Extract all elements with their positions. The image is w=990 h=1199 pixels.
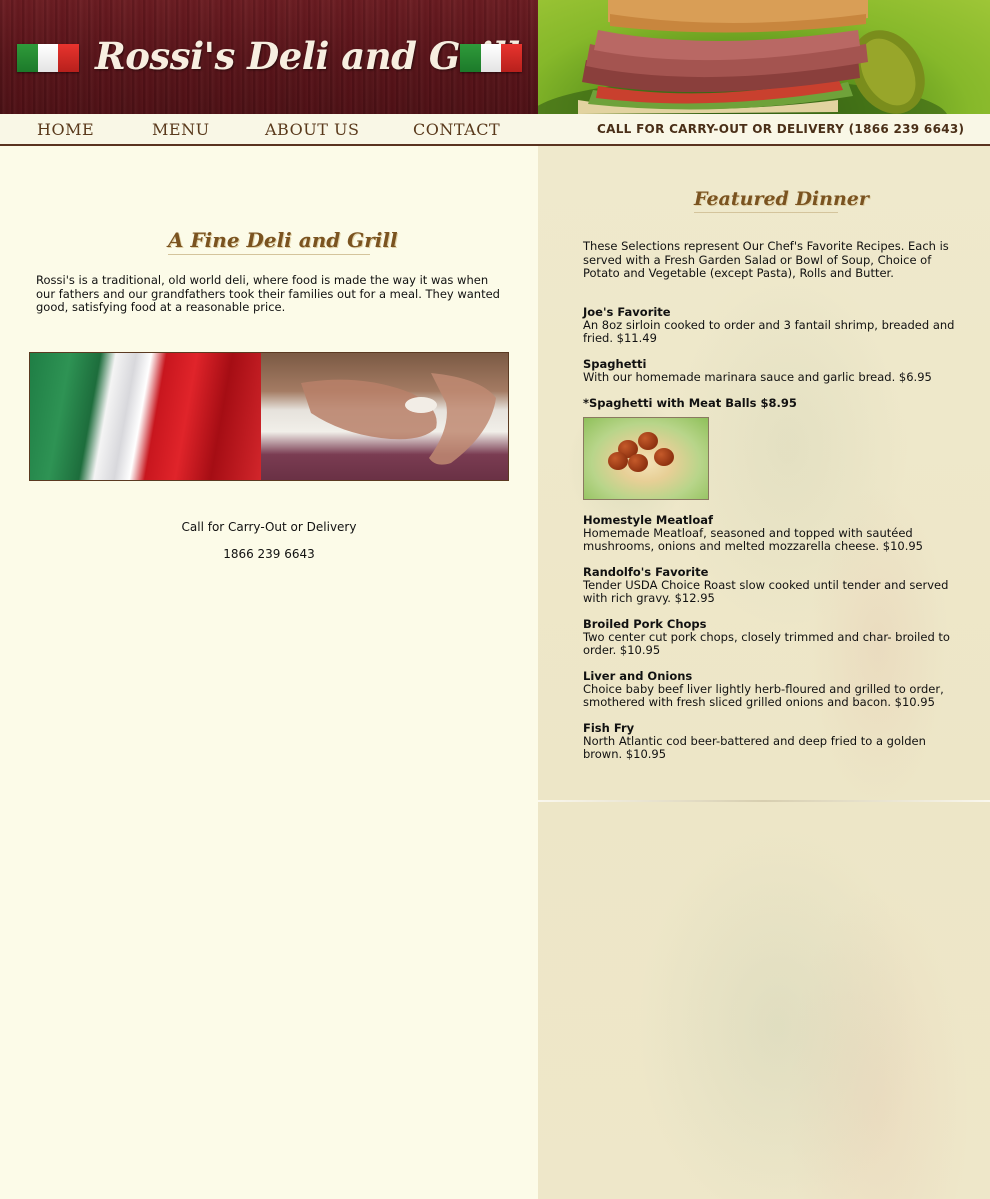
sandwich-photo bbox=[538, 0, 990, 114]
sandwich-illustration bbox=[538, 0, 947, 114]
waving-flag-image bbox=[30, 353, 261, 480]
nav-home[interactable]: HOME bbox=[37, 120, 94, 139]
menu-item-description: With our homemade marinara sauce and gar… bbox=[583, 370, 932, 384]
contact-phone[interactable]: 1866 239 6643 bbox=[0, 547, 538, 561]
menu-item-description: Two center cut pork chops, closely trimm… bbox=[583, 630, 950, 657]
left-column: A Fine Deli and Grill Rossi's is a tradi… bbox=[0, 146, 538, 1199]
menu-item: Broiled Pork Chops Two center cut pork c… bbox=[583, 618, 963, 657]
nav-contact[interactable]: CONTACT bbox=[413, 120, 500, 139]
paper-fold-line bbox=[538, 800, 990, 802]
meatball-icon bbox=[608, 452, 628, 470]
spaghetti-meatballs-photo bbox=[583, 417, 709, 500]
left-heading: A Fine Deli and Grill bbox=[168, 228, 398, 255]
menu-list: Joe's Favorite An 8oz sirloin cooked to … bbox=[583, 306, 963, 774]
nav-phone-callout: CALL FOR CARRY-OUT OR DELIVERY (1866 239… bbox=[597, 122, 965, 136]
menu-item-description: North Atlantic cod beer-battered and dee… bbox=[583, 734, 926, 761]
chef-hands-image bbox=[261, 353, 508, 480]
italian-flag-icon bbox=[460, 44, 523, 72]
left-banner-image bbox=[29, 352, 509, 481]
hands-illustration bbox=[301, 373, 496, 465]
right-column-parchment: Featured Dinner These Selections represe… bbox=[538, 146, 990, 1199]
menu-item: Liver and Onions Choice baby beef liver … bbox=[583, 670, 963, 709]
menu-item-description: Tender USDA Choice Roast slow cooked unt… bbox=[583, 578, 949, 605]
menu-item-description: An 8oz sirloin cooked to order and 3 fan… bbox=[583, 318, 955, 345]
menu-item: Spaghetti With our homemade marinara sau… bbox=[583, 358, 963, 384]
site-title[interactable]: Rossi's Deli and Grill bbox=[95, 34, 520, 78]
left-intro-text: Rossi's is a traditional, old world deli… bbox=[36, 273, 500, 314]
menu-item-description: Choice baby beef liver lightly herb-flou… bbox=[583, 682, 944, 709]
menu-item: Homestyle Meatloaf Homemade Meatloaf, se… bbox=[583, 514, 963, 553]
header-wood-banner: Rossi's Deli and Grill bbox=[0, 0, 538, 114]
nav-about-us[interactable]: ABOUT US bbox=[265, 120, 359, 139]
site-header: Rossi's Deli and Grill bbox=[0, 0, 990, 114]
main-nav: HOME MENU ABOUT US CONTACT CALL FOR CARR… bbox=[0, 114, 990, 146]
menu-item: *Spaghetti with Meat Balls $8.95 bbox=[583, 397, 963, 410]
menu-item-name: *Spaghetti with Meat Balls $8.95 bbox=[583, 396, 797, 410]
italian-flag-icon bbox=[17, 44, 80, 72]
meatball-icon bbox=[654, 448, 674, 466]
meatball-icon bbox=[638, 432, 658, 450]
featured-heading: Featured Dinner bbox=[694, 188, 869, 213]
featured-intro-text: These Selections represent Our Chef's Fa… bbox=[583, 239, 949, 280]
menu-item: Fish Fry North Atlantic cod beer-battere… bbox=[583, 722, 963, 761]
menu-item: Joe's Favorite An 8oz sirloin cooked to … bbox=[583, 306, 963, 345]
menu-item: Randolfo's Favorite Tender USDA Choice R… bbox=[583, 566, 963, 605]
nav-menu[interactable]: MENU bbox=[152, 120, 210, 139]
left-contact-block: Call for Carry-Out or Delivery 1866 239 … bbox=[0, 520, 538, 574]
menu-item-description: Homemade Meatloaf, seasoned and topped w… bbox=[583, 526, 923, 553]
meatball-icon bbox=[628, 454, 648, 472]
contact-label: Call for Carry-Out or Delivery bbox=[181, 520, 357, 534]
